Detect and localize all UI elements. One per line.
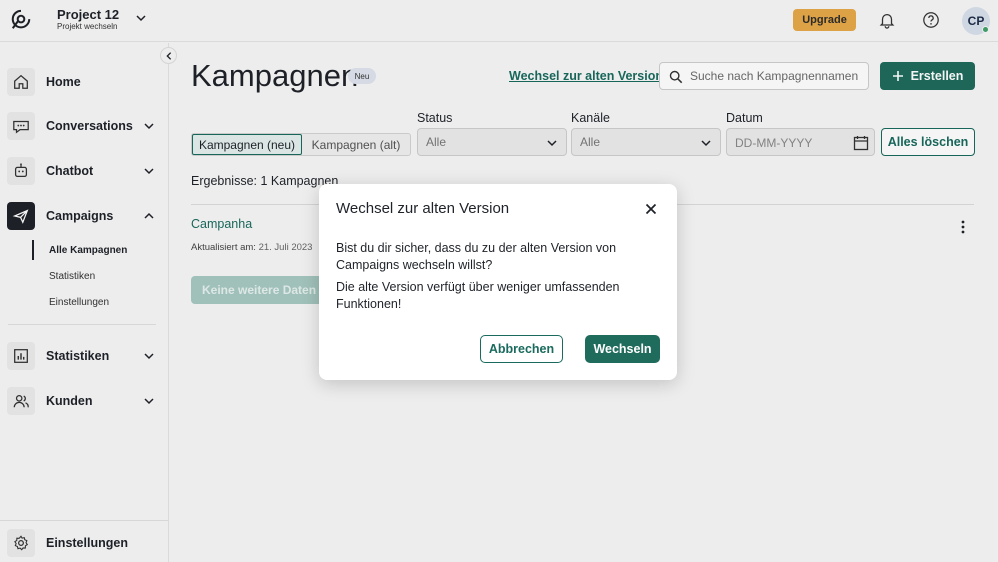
switch-version-dialog: Wechsel zur alten Version Bist du dir si… xyxy=(319,184,677,380)
dialog-title: Wechsel zur alten Version xyxy=(336,200,510,217)
close-icon[interactable] xyxy=(644,202,658,216)
dialog-warning: Die alte Version verfügt über weniger um… xyxy=(336,280,620,311)
cancel-button[interactable]: Abbrechen xyxy=(480,335,563,363)
confirm-switch-button[interactable]: Wechseln xyxy=(585,335,660,363)
dialog-message: Bist du dir sicher, dass du zu der alten… xyxy=(336,241,617,272)
